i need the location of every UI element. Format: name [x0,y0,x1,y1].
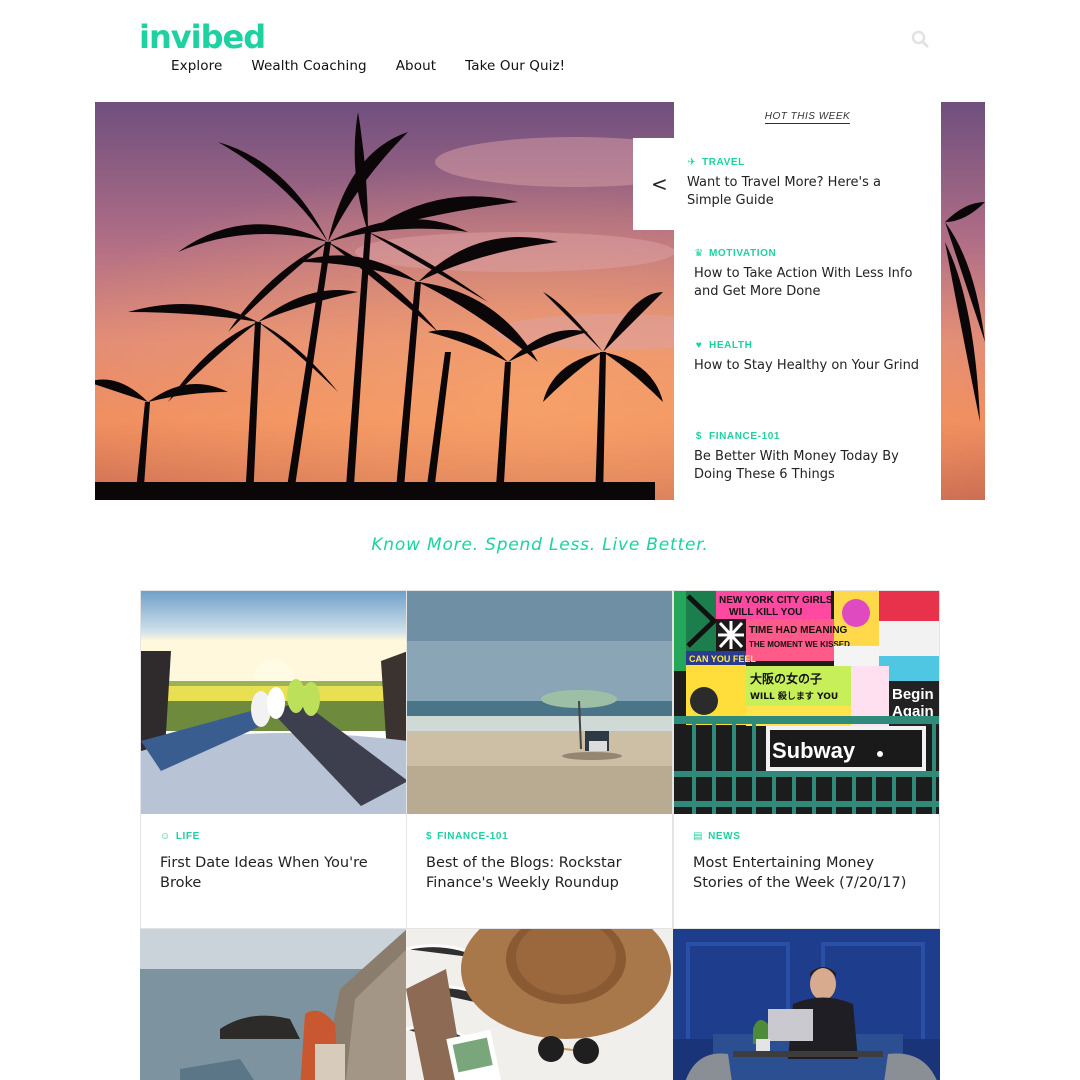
newspaper-icon: ▤ [693,831,704,842]
hot-this-week-panel: HOT THIS WEEK ✈ TRAVEL Want to Travel Mor… [674,102,941,500]
poster-line-6: 大阪の女の子 [750,671,822,686]
card-title[interactable]: Most Entertaining Money Stories of the W… [693,853,923,893]
poster-line-5: CAN YOU FEEL [689,654,756,664]
hot-title: HOT THIS WEEK [764,111,851,124]
hot-item-category: MOTIVATION [709,248,777,259]
card-image-couple-feet[interactable] [141,591,406,814]
card-category: NEWS [708,831,741,842]
article-card-finance[interactable]: $ FINANCE-101 Best of the Blogs: Rockstar… [406,590,673,929]
dollar-icon: $ [695,431,703,442]
nav-wealth-coaching[interactable]: Wealth Coaching [251,58,366,74]
card-title[interactable]: First Date Ideas When You're Broke [160,853,390,893]
site-logo[interactable]: invibed [139,18,266,56]
dollar-icon: $ [426,831,433,842]
poster-line-3: TIME HAD MEANING [749,625,848,636]
card-image-man-laptop[interactable] [673,929,940,1080]
plane-icon: ✈ [687,157,697,168]
card-image-hat-sunglasses[interactable] [406,929,673,1080]
hot-item-headline[interactable]: Be Better With Money Today By Doing Thes… [694,448,934,484]
search-icon[interactable] [911,30,929,48]
article-card-news[interactable]: NEW YORK CITY GIRLS WILL KILL YOU TIME H… [673,590,940,929]
carousel-prev-button[interactable]: < [633,138,685,230]
hot-item-category: FINANCE-101 [709,431,781,442]
poster-line-8: Begin [892,686,934,703]
nav-explore[interactable]: Explore [171,58,222,74]
card-category: FINANCE-101 [437,831,509,842]
trophy-icon: ♛ [694,248,704,259]
nav-take-quiz[interactable]: Take Our Quiz! [465,58,565,74]
card-category: LIFE [175,831,200,842]
hot-item-travel[interactable]: ✈ TRAVEL Want to Travel More? Here's a Si… [687,157,927,210]
hot-item-category: HEALTH [709,340,753,351]
poster-line-1: NEW YORK CITY GIRLS [719,595,833,606]
card-image-woman-rocks[interactable] [140,929,407,1080]
poster-line-2: WILL KILL YOU [729,607,802,618]
card-image-beach-umbrella[interactable] [407,591,672,814]
nav-about[interactable]: About [396,58,436,74]
tagline: Know More. Spend Less. Live Better. [371,535,709,555]
hot-item-health[interactable]: ♥ HEALTH How to Stay Healthy on Your Grin… [694,340,934,375]
article-card-life[interactable]: ☺ LIFE First Date Ideas When You're Broke [140,590,407,929]
hot-item-category: TRAVEL [702,157,745,168]
hot-item-finance[interactable]: $ FINANCE-101 Be Better With Money Today … [694,431,934,484]
poster-line-7: WILL 殺します YOU [750,690,838,702]
hot-item-headline[interactable]: Want to Travel More? Here's a Simple Gui… [687,174,927,210]
card-title[interactable]: Best of the Blogs: Rockstar Finance's We… [426,853,656,893]
heart-icon: ♥ [695,340,703,351]
smile-icon: ☺ [160,831,171,842]
hot-item-motivation[interactable]: ♛ MOTIVATION How to Take Action With Less… [694,248,934,301]
subway-sign-text: Subway [772,738,856,763]
hot-item-headline[interactable]: How to Stay Healthy on Your Grind [694,357,934,375]
hot-item-headline[interactable]: How to Take Action With Less Info and Ge… [694,265,934,301]
main-nav: Explore Wealth Coaching About Take Our Q… [171,58,594,74]
card-image-subway-posters[interactable]: NEW YORK CITY GIRLS WILL KILL YOU TIME H… [674,591,939,814]
